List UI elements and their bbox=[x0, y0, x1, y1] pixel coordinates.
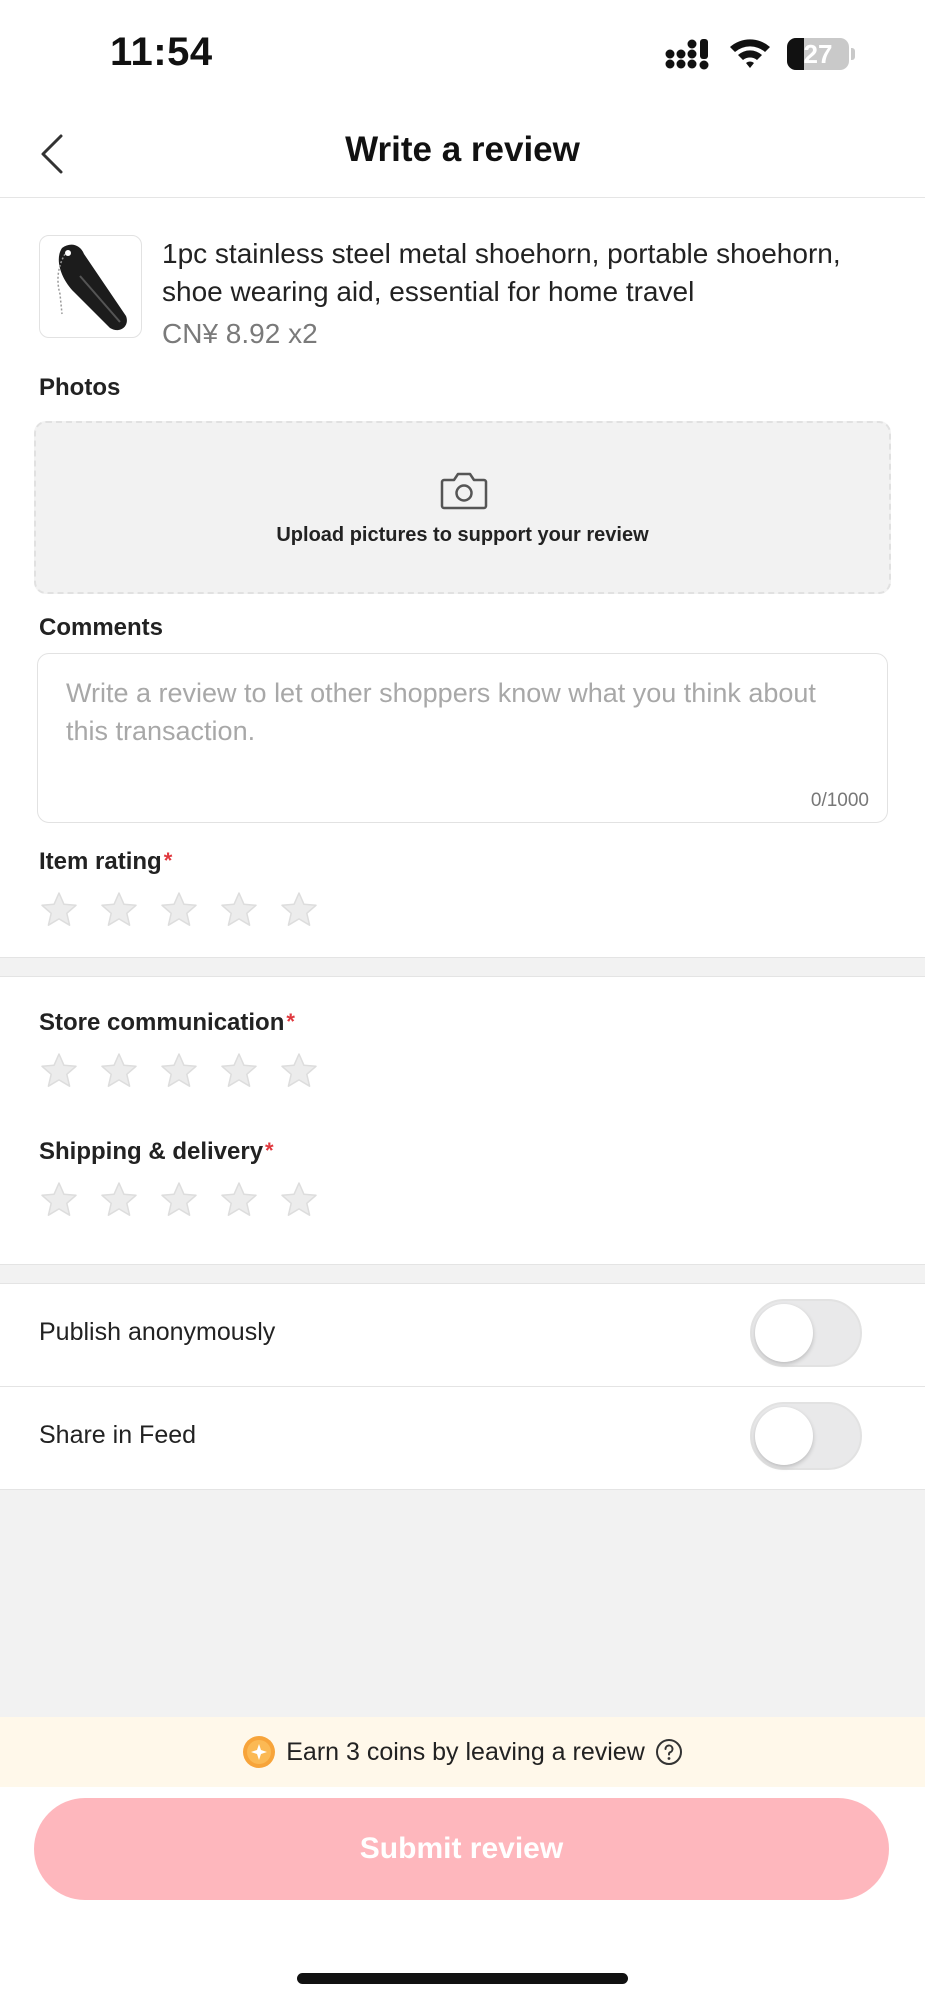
store-communication-text: Store communication bbox=[39, 1009, 285, 1036]
page-title: Write a review bbox=[345, 130, 580, 169]
product-price: CN¥ 8.92 x2 bbox=[162, 318, 318, 349]
share-in-feed-toggle[interactable] bbox=[750, 1402, 862, 1470]
star-icon[interactable] bbox=[159, 890, 199, 930]
photos-label: Photos bbox=[39, 374, 121, 401]
shipping-delivery-stars bbox=[39, 1180, 319, 1224]
share-in-feed-label: Share in Feed bbox=[39, 1421, 197, 1449]
star-icon[interactable] bbox=[219, 1051, 259, 1091]
battery-level: 27 bbox=[803, 39, 833, 69]
section-divider bbox=[0, 957, 925, 977]
star-icon[interactable] bbox=[99, 1051, 139, 1091]
store-communication-label: Store communication* bbox=[39, 1009, 295, 1037]
star-icon[interactable] bbox=[39, 1051, 79, 1091]
battery-indicator: 27 bbox=[787, 38, 855, 70]
publish-anonymously-label: Publish anonymously bbox=[39, 1318, 276, 1346]
toggle-knob bbox=[755, 1407, 813, 1465]
star-icon[interactable] bbox=[99, 890, 139, 930]
item-rating-label: Item rating* bbox=[39, 848, 172, 876]
shipping-delivery-label: Shipping & delivery* bbox=[39, 1138, 274, 1166]
star-icon[interactable] bbox=[279, 890, 319, 930]
product-title: 1pc stainless steel metal shoehorn, port… bbox=[162, 238, 841, 307]
shoehorn-image bbox=[57, 244, 127, 331]
star-icon[interactable] bbox=[279, 1180, 319, 1220]
camera-icon bbox=[440, 472, 488, 510]
status-time: 11:54 bbox=[110, 30, 213, 74]
comments-label: Comments bbox=[39, 614, 164, 641]
help-circle-icon[interactable] bbox=[655, 1738, 683, 1766]
star-icon[interactable] bbox=[279, 1051, 319, 1091]
header: Write a review bbox=[0, 110, 925, 198]
char-count: 0/1000 bbox=[810, 790, 869, 811]
toggle-knob bbox=[755, 1304, 813, 1362]
home-indicator bbox=[297, 1973, 628, 1984]
shipping-delivery-text: Shipping & delivery bbox=[39, 1138, 264, 1165]
comment-box: 0/1000 bbox=[37, 653, 888, 823]
publish-anonymously-toggle[interactable] bbox=[750, 1299, 862, 1367]
publish-anonymously-row: Publish anonymously bbox=[0, 1284, 925, 1387]
product-thumbnail[interactable] bbox=[39, 235, 142, 338]
wifi-icon bbox=[730, 39, 770, 68]
star-icon[interactable] bbox=[159, 1180, 199, 1220]
submit-review-button[interactable]: Submit review bbox=[34, 1798, 889, 1900]
store-communication-stars bbox=[39, 1051, 319, 1095]
section-divider bbox=[0, 1264, 925, 1284]
item-rating-text: Item rating bbox=[39, 848, 162, 875]
required-mark: * bbox=[265, 1138, 274, 1163]
required-mark: * bbox=[286, 1009, 295, 1034]
status-bar: 11:54 27 bbox=[0, 0, 925, 110]
required-mark: * bbox=[163, 848, 173, 873]
star-icon[interactable] bbox=[39, 1180, 79, 1220]
comment-input[interactable] bbox=[66, 674, 856, 774]
photo-upload-area[interactable]: Upload pictures to support your review bbox=[34, 421, 891, 594]
share-in-feed-row: Share in Feed bbox=[0, 1387, 925, 1490]
item-rating-stars bbox=[39, 890, 319, 934]
upload-text: Upload pictures to support your review bbox=[276, 524, 649, 546]
signal-icon bbox=[665, 39, 709, 70]
coin-icon bbox=[243, 1736, 276, 1768]
star-icon[interactable] bbox=[99, 1180, 139, 1220]
star-icon[interactable] bbox=[39, 890, 79, 930]
empty-area bbox=[0, 1490, 925, 1717]
coins-banner: Earn 3 coins by leaving a review bbox=[0, 1717, 925, 1787]
product-summary: 1pc stainless steel metal shoehorn, port… bbox=[39, 232, 889, 362]
star-icon[interactable] bbox=[219, 890, 259, 930]
coins-text: Earn 3 coins by leaving a review bbox=[286, 1737, 645, 1766]
star-icon[interactable] bbox=[159, 1051, 199, 1091]
star-icon[interactable] bbox=[219, 1180, 259, 1220]
